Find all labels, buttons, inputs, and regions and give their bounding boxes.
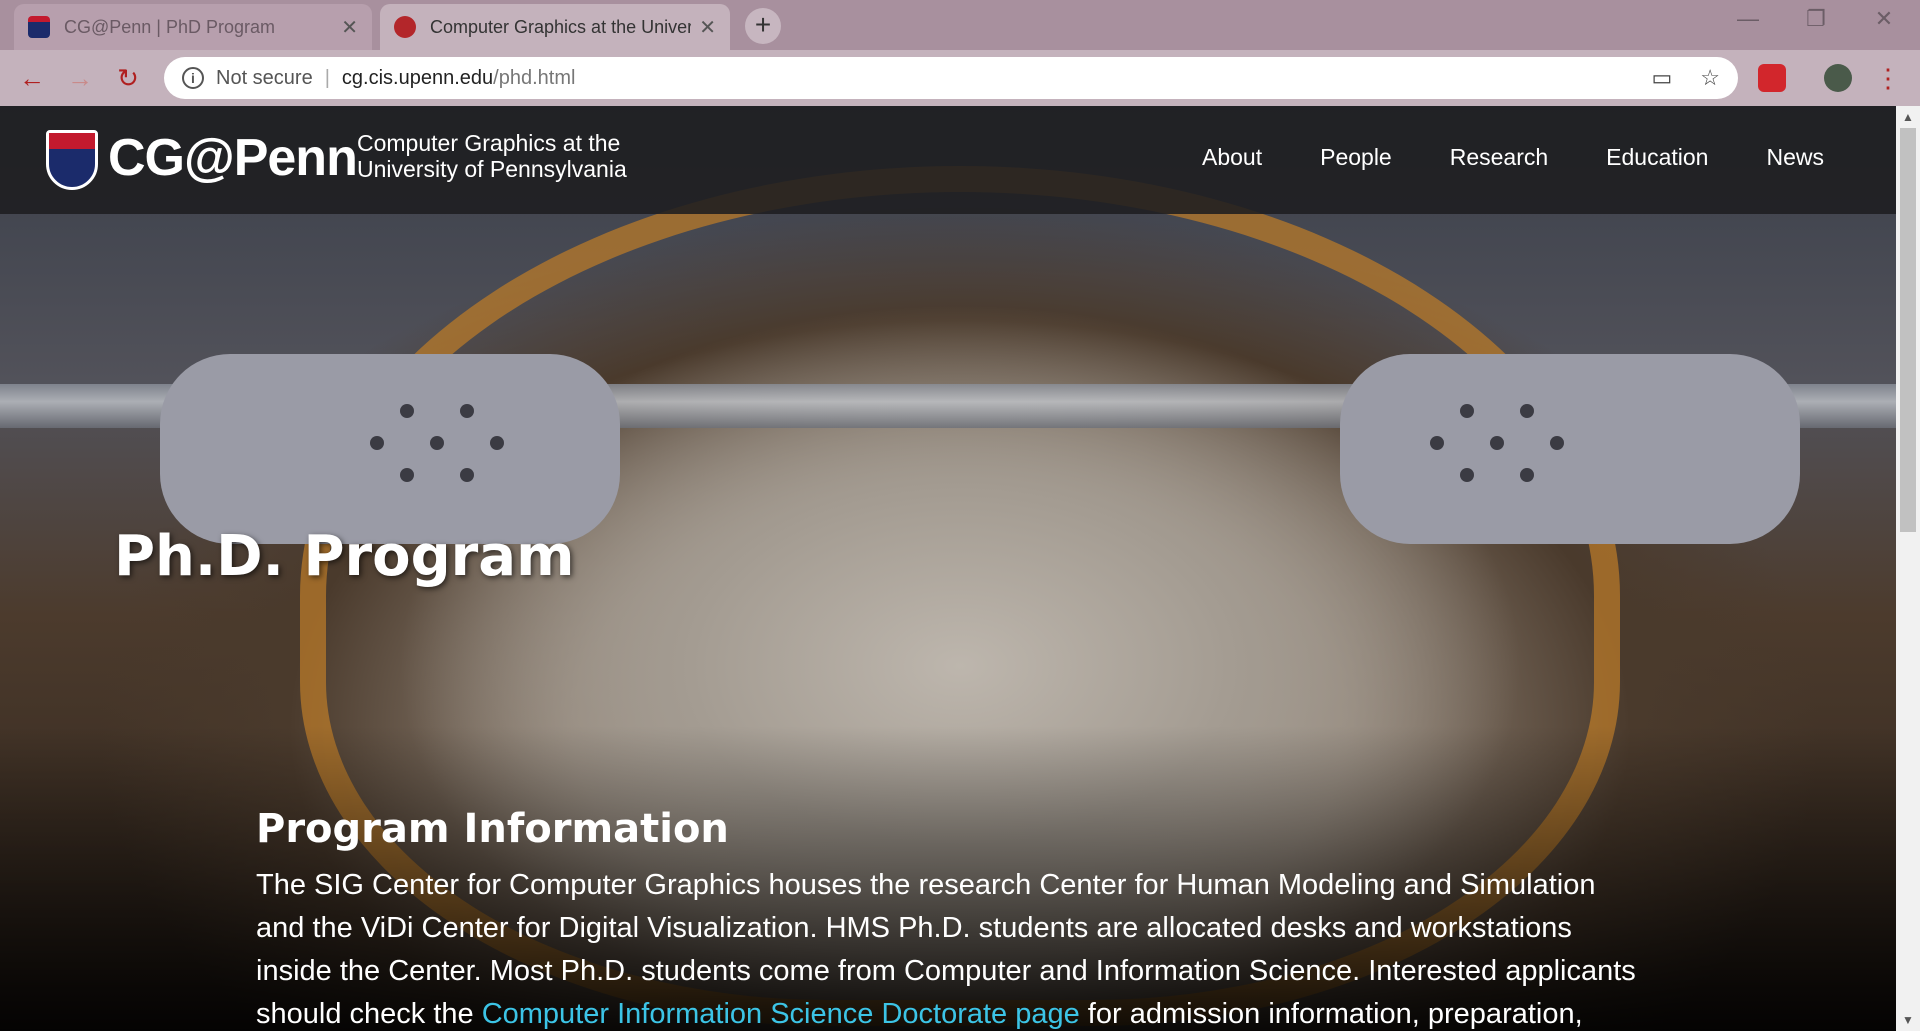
page-scrollbar[interactable]: ▲ ▼: [1896, 106, 1920, 1031]
browser-toolbar: ← → ↻ i Not secure | cg.cis.upenn.edu/ph…: [0, 50, 1920, 106]
tab-title: CG@Penn | PhD Program: [64, 16, 276, 37]
scroll-down-icon[interactable]: ▼: [1896, 1013, 1920, 1027]
security-label[interactable]: Not secure: [216, 67, 313, 90]
site-tagline: Computer Graphics at the University of P…: [357, 130, 627, 182]
globe-favicon-icon: [394, 16, 416, 38]
bookmark-star-icon[interactable]: ☆: [1700, 65, 1720, 91]
tab-phd-program[interactable]: CG@Penn | PhD Program ✕: [14, 4, 372, 50]
tagline-line-2: University of Pennsylvania: [357, 156, 627, 182]
scroll-up-icon[interactable]: ▲: [1896, 110, 1920, 124]
penn-favicon-icon: [28, 16, 50, 38]
address-separator: |: [324, 66, 330, 89]
penn-shield-logo-icon[interactable]: [46, 130, 98, 190]
forward-icon[interactable]: →: [62, 60, 98, 96]
section-title: Program Information: [256, 806, 729, 852]
site-brand[interactable]: CG@Penn: [108, 128, 358, 188]
cis-doctorate-link[interactable]: Computer Information Science Doctorate p…: [482, 998, 1080, 1030]
address-bar[interactable]: i Not secure | cg.cis.upenn.edu/phd.html…: [164, 57, 1738, 99]
tab-computer-graphics[interactable]: Computer Graphics at the Univer ✕: [380, 4, 730, 50]
menu-item-people[interactable]: People: [1320, 144, 1392, 171]
new-tab-button[interactable]: +: [745, 8, 781, 44]
site-menu: About People Research Education News: [1202, 144, 1824, 171]
menu-item-research[interactable]: Research: [1450, 144, 1548, 171]
program-info-paragraph: The SIG Center for Computer Graphics hou…: [256, 864, 1636, 1031]
menu-item-news[interactable]: News: [1766, 144, 1824, 171]
cast-icon[interactable]: ▭: [1651, 65, 1672, 91]
menu-item-about[interactable]: About: [1202, 144, 1262, 171]
close-tab-icon[interactable]: ✕: [341, 15, 358, 40]
site-header: CG@Penn Computer Graphics at the Univers…: [0, 106, 1896, 214]
window-close-icon[interactable]: ✕: [1854, 6, 1914, 32]
extension-icon[interactable]: [1758, 64, 1786, 92]
tagline-line-1: Computer Graphics at the: [357, 130, 621, 156]
url-host: cg.cis.upenn.edu: [341, 66, 494, 89]
profile-avatar[interactable]: [1824, 64, 1852, 92]
back-icon[interactable]: ←: [14, 60, 50, 96]
minimize-icon[interactable]: —: [1718, 6, 1778, 32]
close-tab-icon[interactable]: ✕: [699, 15, 716, 40]
info-icon[interactable]: i: [182, 67, 204, 89]
scrollbar-thumb[interactable]: [1900, 128, 1916, 532]
reload-icon[interactable]: ↻: [110, 60, 146, 96]
restore-icon[interactable]: ❐: [1786, 6, 1846, 32]
tab-title: Computer Graphics at the Univer: [430, 16, 692, 37]
page-viewport: CG@Penn Computer Graphics at the Univers…: [0, 106, 1896, 1031]
tab-strip: CG@Penn | PhD Program ✕ Computer Graphic…: [0, 0, 1920, 50]
page-title: Ph.D. Program: [114, 524, 575, 589]
left-gripper-decoration: [160, 354, 620, 544]
right-gripper-decoration: [1340, 354, 1800, 544]
url-path: /phd.html: [493, 66, 576, 89]
menu-item-education[interactable]: Education: [1606, 144, 1708, 171]
menu-icon[interactable]: ⋮: [1870, 60, 1906, 96]
